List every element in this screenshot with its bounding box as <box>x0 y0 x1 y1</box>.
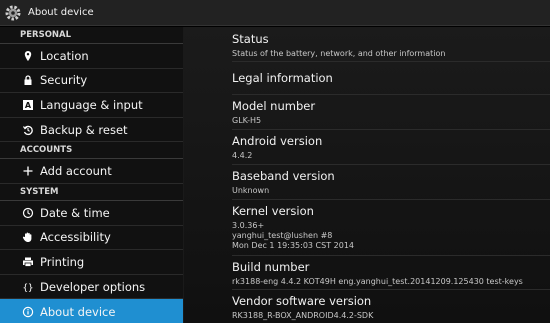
detail-row-build-number[interactable]: Build number rk3188-eng 4.4.2 KOT49H eng.… <box>232 258 550 290</box>
sidebar-item-label: Location <box>40 48 89 63</box>
sidebar-item-date-time[interactable]: Date & time <box>0 201 183 226</box>
sidebar-item-label: Accessibility <box>40 230 111 245</box>
settings-sidebar: PERSONAL Location Security A Language & inpu… <box>0 27 183 323</box>
row-title: Vendor software version <box>232 294 372 308</box>
detail-row-legal-information[interactable]: Legal information <box>232 64 550 95</box>
sidebar-item-about-device[interactable]: About device <box>0 299 183 323</box>
row-title: Baseband version <box>232 169 335 183</box>
row-title: Android version <box>232 134 323 148</box>
sidebar-item-accessibility[interactable]: Accessibility <box>0 226 183 251</box>
row-summary: 3.0.36+ <box>232 221 265 230</box>
row-summary: RK3188_R-BOX_ANDROID4.4.2-SDK <box>232 311 374 320</box>
page-title: About device <box>28 7 94 18</box>
detail-row-android-version[interactable]: Android version 4.4.2 <box>232 132 550 165</box>
svg-text:A: A <box>25 101 32 110</box>
sidebar-item-printing[interactable]: Printing <box>0 250 183 275</box>
row-title: Status <box>232 32 269 46</box>
row-summary: GLK-H5 <box>232 116 262 125</box>
sidebar-item-label: Date & time <box>40 205 110 220</box>
settings-gear-icon[interactable] <box>4 4 22 22</box>
sidebar-item-developer-options[interactable]: {} Developer options <box>0 275 183 300</box>
clock-icon <box>22 207 34 219</box>
printer-icon <box>22 256 34 268</box>
svg-text:{}: {} <box>23 283 34 293</box>
backup-icon <box>22 124 34 136</box>
section-header-system: SYSTEM <box>0 184 183 201</box>
sidebar-item-label: Security <box>40 73 88 88</box>
sidebar-item-label: Backup & reset <box>40 122 128 137</box>
detail-row-kernel-version[interactable]: Kernel version 3.0.36+ yanghui_test@lushen… <box>232 202 550 256</box>
sidebar-item-location[interactable]: Location <box>0 44 183 69</box>
info-icon <box>22 306 34 318</box>
plus-icon <box>22 165 34 177</box>
sidebar-item-label: Add account <box>40 164 112 179</box>
about-device-list: Status Status of the battery, network, an… <box>184 27 550 323</box>
sidebar-item-security[interactable]: Security <box>0 69 183 94</box>
row-title: Legal information <box>232 71 333 85</box>
detail-row-status[interactable]: Status Status of the battery, network, an… <box>232 30 550 62</box>
sidebar-item-label: Printing <box>40 254 85 269</box>
keyboard-icon: A <box>22 99 34 111</box>
row-summary: yanghui_test@lushen #8 <box>232 231 333 240</box>
row-title: Model number <box>232 99 316 113</box>
location-pin-icon <box>22 50 34 62</box>
action-bar: About device <box>0 0 550 26</box>
row-summary: Mon Dec 1 19:35:03 CST 2014 <box>232 241 354 250</box>
sidebar-item-label: Developer options <box>40 279 146 294</box>
sidebar-item-label: About device <box>40 304 116 319</box>
section-header-accounts: ACCOUNTS <box>0 142 183 160</box>
sidebar-item-backup-reset[interactable]: Backup & reset <box>0 118 183 143</box>
row-summary: Status of the battery, network, and othe… <box>232 49 446 58</box>
row-title: Kernel version <box>232 204 314 218</box>
row-summary: 4.4.2 <box>232 151 253 160</box>
row-title: Build number <box>232 260 310 274</box>
braces-icon: {} <box>22 281 34 293</box>
section-header-personal: PERSONAL <box>0 27 183 44</box>
lock-icon <box>22 74 34 86</box>
sidebar-item-language-input[interactable]: A Language & input <box>0 93 183 118</box>
row-summary: rk3188-eng 4.4.2 KOT49H eng.yanghui_test… <box>232 277 523 286</box>
sidebar-item-add-account[interactable]: Add account <box>0 159 183 184</box>
detail-row-baseband-version[interactable]: Baseband version Unknown <box>232 167 550 200</box>
row-summary: Unknown <box>232 186 270 195</box>
sidebar-item-label: Language & input <box>40 97 143 112</box>
detail-row-model-number[interactable]: Model number GLK-H5 <box>232 97 550 130</box>
detail-row-vendor-software-version[interactable]: Vendor software version RK3188_R-BOX_ANDR… <box>232 292 550 323</box>
hand-icon <box>22 231 34 243</box>
